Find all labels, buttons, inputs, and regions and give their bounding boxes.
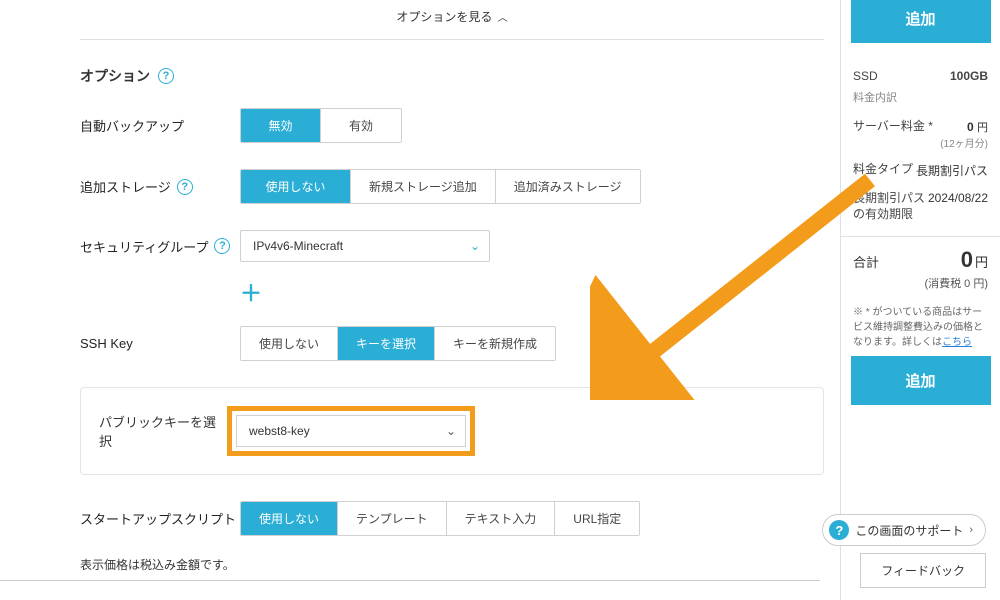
ssh-key-create-button[interactable]: キーを新規作成 <box>435 327 555 360</box>
startup-url-button[interactable]: URL指定 <box>555 502 639 535</box>
add-security-group-button[interactable]: ＋ <box>240 276 824 308</box>
pass-expiry-label: 長期割引パスの有効期限 <box>853 191 928 222</box>
auto-backup-label: 自動バックアップ <box>80 116 240 135</box>
support-button[interactable]: ? この画面のサポート › <box>822 514 986 546</box>
add-storage-none-button[interactable]: 使用しない <box>241 170 351 203</box>
server-fee-label: サーバー料金 * <box>853 119 933 135</box>
options-title: オプション <box>80 66 150 86</box>
support-label: この画面のサポート <box>855 522 963 539</box>
ssh-key-segment: 使用しない キーを選択 キーを新規作成 <box>240 326 556 361</box>
server-fee-value: 0 円 (12ヶ月分) <box>940 119 988 150</box>
auto-backup-segment: 無効 有効 <box>240 108 402 143</box>
feedback-button[interactable]: フィードバック <box>860 553 986 588</box>
add-storage-existing-button[interactable]: 追加済みストレージ <box>496 170 640 203</box>
auto-backup-disabled-button[interactable]: 無効 <box>241 109 321 142</box>
row-security-group: セキュリティグループ ? IPv4v6-Minecraft ⌄ <box>80 230 824 262</box>
add-storage-label-text: 追加ストレージ <box>80 177 171 196</box>
pass-expiry-row: 長期割引パスの有効期限 2024/08/22 <box>841 185 1000 228</box>
add-storage-label: 追加ストレージ ? <box>80 177 240 196</box>
security-group-value: IPv4v6-Minecraft <box>240 230 490 262</box>
total-unit: 円 <box>975 255 988 270</box>
public-key-select[interactable]: webst8-key ⌄ <box>236 415 466 447</box>
fee-type-row: 料金タイプ 長期割引パス <box>841 156 1000 185</box>
ssh-key-select-button[interactable]: キーを選択 <box>338 327 435 360</box>
ssh-key-label: SSH Key <box>80 336 240 351</box>
chevron-right-icon: › <box>969 524 973 536</box>
help-icon[interactable]: ? <box>214 238 230 254</box>
add-storage-segment: 使用しない 新規ストレージ追加 追加済みストレージ <box>240 169 641 204</box>
bottom-bar <box>0 580 820 600</box>
total-num: 0 <box>961 247 973 272</box>
view-options-label: オプションを見る <box>396 10 492 24</box>
fee-type-label: 料金タイプ <box>853 162 913 178</box>
spec-ssd-value: 100GB <box>950 69 988 83</box>
server-fee-unit: 円 <box>977 122 988 134</box>
server-fee-row: サーバー料金 * 0 円 (12ヶ月分) <box>841 113 1000 156</box>
main-content: オプションを見る ︿ オプション ? 自動バックアップ 無効 有効 追加ストレー… <box>80 0 834 600</box>
startup-none-button[interactable]: 使用しない <box>241 502 338 535</box>
server-fee-num: 0 <box>967 120 974 134</box>
row-add-storage: 追加ストレージ ? 使用しない 新規ストレージ追加 追加済みストレージ <box>80 169 824 204</box>
tax-note: (消費税 0 円) <box>841 275 1000 299</box>
startup-template-button[interactable]: テンプレート <box>338 502 447 535</box>
section-title-options: オプション ? <box>80 60 824 108</box>
row-auto-backup: 自動バックアップ 無効 有効 <box>80 108 824 143</box>
total-value: 0円 <box>961 247 988 273</box>
public-key-label: パブリックキーを選択 <box>99 412 227 450</box>
add-button-bottom[interactable]: 追加 <box>851 356 991 405</box>
total-label: 合計 <box>853 252 879 271</box>
total-row: 合計 0円 <box>841 236 1000 275</box>
startup-text-button[interactable]: テキスト入力 <box>447 502 556 535</box>
breakdown-label: 料金内訳 <box>841 89 1000 113</box>
help-icon[interactable]: ? <box>158 68 174 84</box>
chevron-up-icon: ︿ <box>498 13 508 24</box>
security-group-label-text: セキュリティグループ <box>80 237 208 256</box>
view-options-toggle[interactable]: オプションを見る ︿ <box>80 0 824 40</box>
pricing-sidebar: 追加 SSD 100GB 料金内訳 サーバー料金 * 0 円 (12ヶ月分) 料… <box>840 0 1000 600</box>
add-storage-new-button[interactable]: 新規ストレージ追加 <box>351 170 496 203</box>
auto-backup-enabled-button[interactable]: 有効 <box>321 109 401 142</box>
ssh-key-none-button[interactable]: 使用しない <box>241 327 338 360</box>
security-group-label: セキュリティグループ ? <box>80 237 240 256</box>
public-key-panel: パブリックキーを選択 webst8-key ⌄ <box>80 387 824 475</box>
row-startup-script: スタートアップスクリプト 使用しない テンプレート テキスト入力 URL指定 <box>80 501 824 536</box>
question-icon: ? <box>829 520 849 540</box>
help-icon[interactable]: ? <box>177 179 193 195</box>
row-ssh-key: SSH Key 使用しない キーを選択 キーを新規作成 <box>80 326 824 361</box>
server-fee-sub: (12ヶ月分) <box>940 135 988 150</box>
fee-type-value: 長期割引パス <box>916 162 988 179</box>
pass-expiry-value: 2024/08/22 <box>928 191 988 205</box>
startup-script-label: スタートアップスクリプト <box>80 509 240 528</box>
startup-script-segment: 使用しない テンプレート テキスト入力 URL指定 <box>240 501 640 536</box>
public-key-value: webst8-key <box>236 415 466 447</box>
highlight-annotation: webst8-key ⌄ <box>227 406 475 456</box>
disclaimer: ※ * がついている商品はサービス維持調整費込みの価格となります。詳しくはこちら <box>841 299 1000 356</box>
security-group-select[interactable]: IPv4v6-Minecraft ⌄ <box>240 230 490 262</box>
spec-ssd-label: SSD <box>853 69 878 83</box>
price-note: 表示価格は税込み金額です。 <box>80 556 824 573</box>
add-button-top[interactable]: 追加 <box>851 0 991 43</box>
disclaimer-link[interactable]: こちら <box>942 337 972 348</box>
spec-ssd: SSD 100GB <box>841 63 1000 89</box>
